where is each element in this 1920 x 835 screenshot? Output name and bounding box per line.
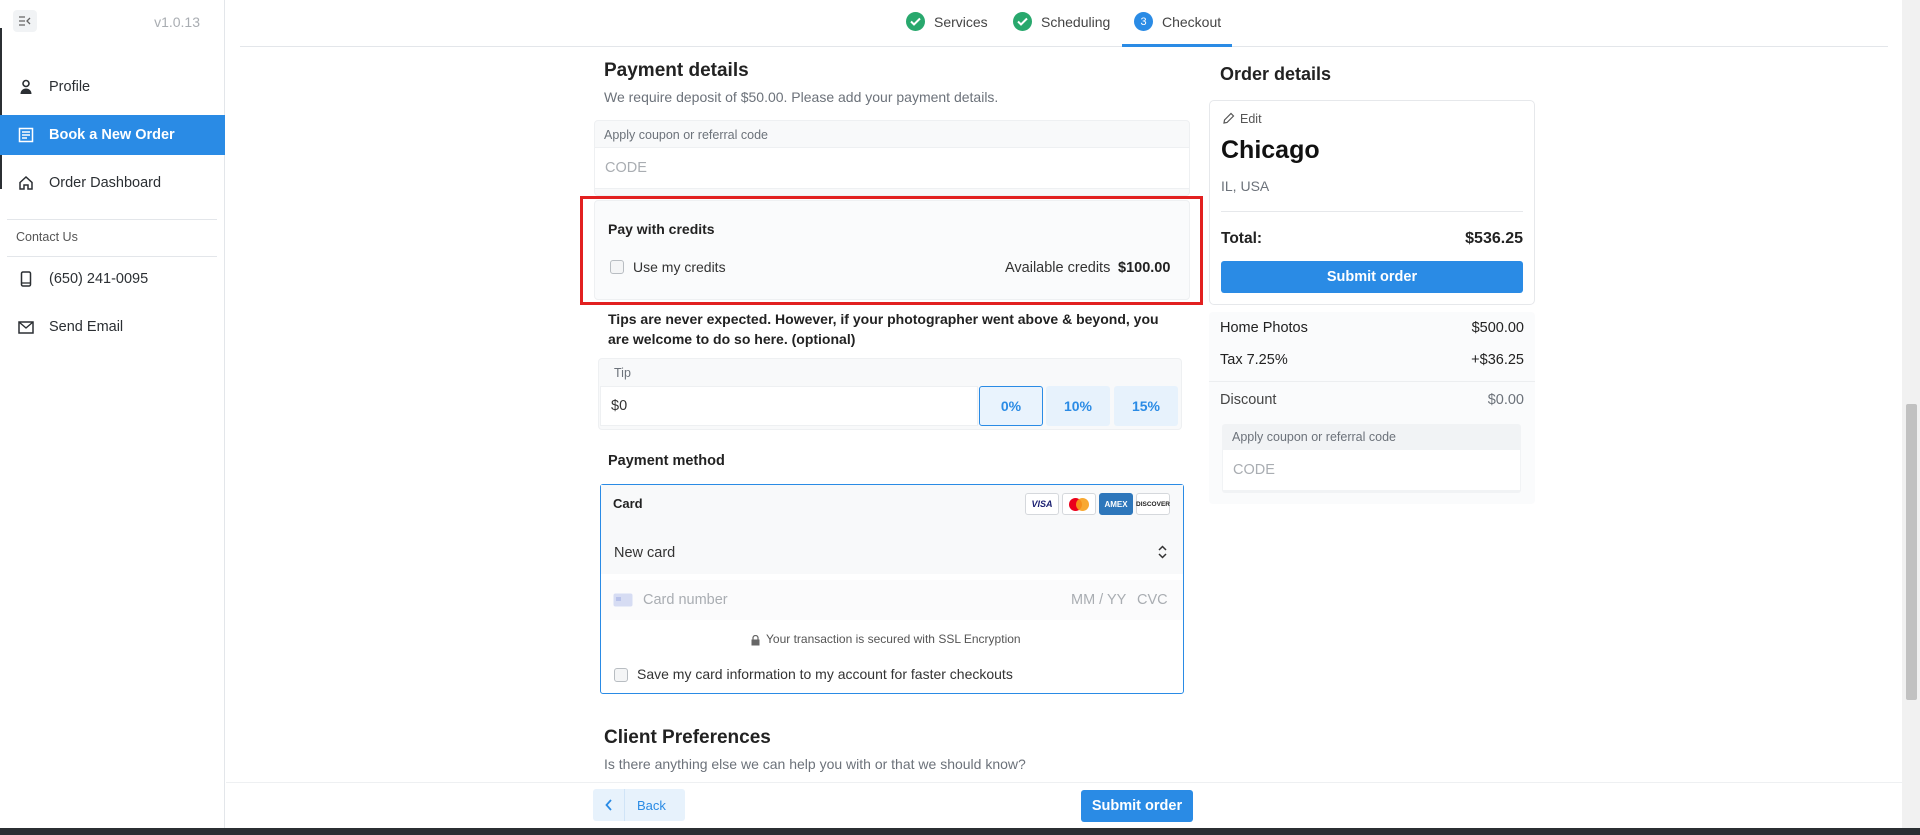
divider [7, 219, 217, 220]
contact-phone-label: (650) 241-0095 [49, 271, 149, 287]
sidebar-header: v1.0.13 [0, 0, 224, 42]
credit-card-icon [613, 593, 633, 610]
client-preferences-subtitle: Is there anything else we can help you w… [604, 756, 1026, 772]
sidebar-item-label: Book a New Order [49, 127, 175, 143]
payment-method-title: Payment method [608, 453, 725, 469]
chevron-left-icon [593, 789, 625, 821]
check-circle-icon [1013, 12, 1032, 31]
step-label: Checkout [1162, 13, 1222, 30]
tip-value: $0 [611, 398, 628, 414]
coupon-input[interactable]: CODE [594, 147, 1190, 189]
pencil-icon [1222, 112, 1235, 128]
save-card-checkbox[interactable] [614, 668, 628, 682]
taskbar-strip [0, 828, 1920, 835]
sidebar-item-book-order[interactable]: Book a New Order [0, 115, 225, 155]
line-value: $500.00 [1471, 320, 1524, 336]
ssl-text: Your transaction is secured with SSL Enc… [766, 632, 1021, 646]
phone-icon [18, 271, 34, 287]
contact-email[interactable]: Send Email [0, 307, 225, 347]
available-credits-label: Available credits [1005, 260, 1111, 276]
tips-text: Tips are never expected. However, if you… [608, 311, 1159, 347]
order-coupon-label: Apply coupon or referral code [1232, 430, 1396, 444]
tip-option-15[interactable]: 15% [1114, 386, 1178, 426]
tip-option-0[interactable]: 0% [979, 386, 1043, 426]
order-city: Chicago [1221, 136, 1320, 164]
contact-phone[interactable]: (650) 241-0095 [0, 259, 225, 299]
divider [1209, 381, 1535, 382]
sidebar: v1.0.13 Profile Book a New Order Order D… [0, 0, 225, 828]
step-services[interactable]: Services [906, 12, 988, 31]
line-label: Discount [1220, 392, 1277, 408]
sidebar-item-label: Profile [49, 79, 91, 95]
footer-bar [226, 782, 1920, 828]
payment-details-subtitle: We require deposit of $50.00. Please add… [604, 89, 999, 105]
client-preferences-title: Client Preferences [604, 727, 771, 748]
submit-order-button[interactable]: Submit order [1221, 261, 1523, 293]
divider [7, 256, 217, 257]
line-value: $0.00 [1487, 392, 1524, 408]
lock-icon [751, 633, 760, 649]
tip-option-10[interactable]: 10% [1046, 386, 1110, 426]
payment-details-title: Payment details [604, 60, 749, 81]
collapse-sidebar-icon[interactable] [13, 10, 37, 32]
order-coupon-placeholder: CODE [1233, 462, 1275, 478]
total-label: Total: [1221, 230, 1263, 247]
home-icon [18, 175, 34, 191]
step-checkout[interactable]: 3 Checkout [1134, 12, 1221, 31]
footer-submit-button[interactable]: Submit order [1081, 790, 1193, 822]
amex-icon: AMEX [1099, 493, 1133, 515]
coupon-placeholder: CODE [605, 160, 647, 176]
sidebar-item-label: Order Dashboard [49, 175, 162, 191]
card-select[interactable]: New card [601, 532, 1183, 574]
back-button[interactable]: Back [593, 789, 685, 821]
credits-highlight [580, 196, 1203, 305]
step-scheduling[interactable]: Scheduling [1013, 12, 1110, 31]
scrollbar-thumb[interactable] [1906, 404, 1917, 700]
mastercard-icon [1062, 493, 1096, 515]
credits-title: Pay with credits [608, 221, 715, 237]
app-version: v1.0.13 [154, 14, 200, 30]
step-label: Scheduling [1041, 13, 1111, 30]
back-label: Back [637, 797, 666, 813]
use-credits-checkbox[interactable] [610, 260, 624, 274]
available-credits-value: $100.00 [1118, 260, 1171, 276]
order-coupon-input[interactable]: CODE [1222, 449, 1521, 491]
line-label: Tax 7.25% [1220, 352, 1288, 368]
save-card-label: Save my card information to my account f… [637, 666, 1013, 682]
total-value: $536.25 [1465, 230, 1523, 247]
expiry-placeholder[interactable]: MM / YY [1071, 592, 1126, 608]
divider [1221, 211, 1523, 212]
chevron-updown-icon [1158, 544, 1167, 563]
order-region: IL, USA [1221, 178, 1270, 194]
card-select-value: New card [614, 545, 676, 561]
card-number-placeholder: Card number [643, 592, 728, 608]
use-credits-label: Use my credits [633, 259, 726, 275]
person-icon [18, 79, 34, 95]
active-step-indicator [1122, 44, 1232, 47]
tip-label: Tip [614, 366, 631, 380]
order-details-title: Order details [1220, 64, 1332, 84]
check-circle-icon [906, 12, 925, 31]
step-label: Services [934, 13, 988, 30]
card-label: Card [613, 496, 643, 511]
edit-link[interactable]: Edit [1240, 112, 1262, 126]
coupon-label: Apply coupon or referral code [604, 128, 768, 142]
cvc-placeholder[interactable]: CVC [1137, 592, 1168, 608]
book-order-icon [18, 127, 34, 143]
step-number: 3 [1134, 12, 1153, 31]
contact-heading: Contact Us [16, 230, 78, 244]
sidebar-item-order-dashboard[interactable]: Order Dashboard [0, 163, 225, 203]
visa-icon: VISA [1025, 493, 1059, 515]
discover-icon: DISCOVER [1136, 493, 1170, 515]
line-value: +$36.25 [1471, 352, 1524, 368]
sidebar-item-profile[interactable]: Profile [0, 67, 225, 107]
contact-email-label: Send Email [49, 319, 124, 335]
mail-icon [18, 319, 34, 335]
line-label: Home Photos [1220, 320, 1308, 336]
tip-input[interactable]: $0 [600, 386, 978, 426]
